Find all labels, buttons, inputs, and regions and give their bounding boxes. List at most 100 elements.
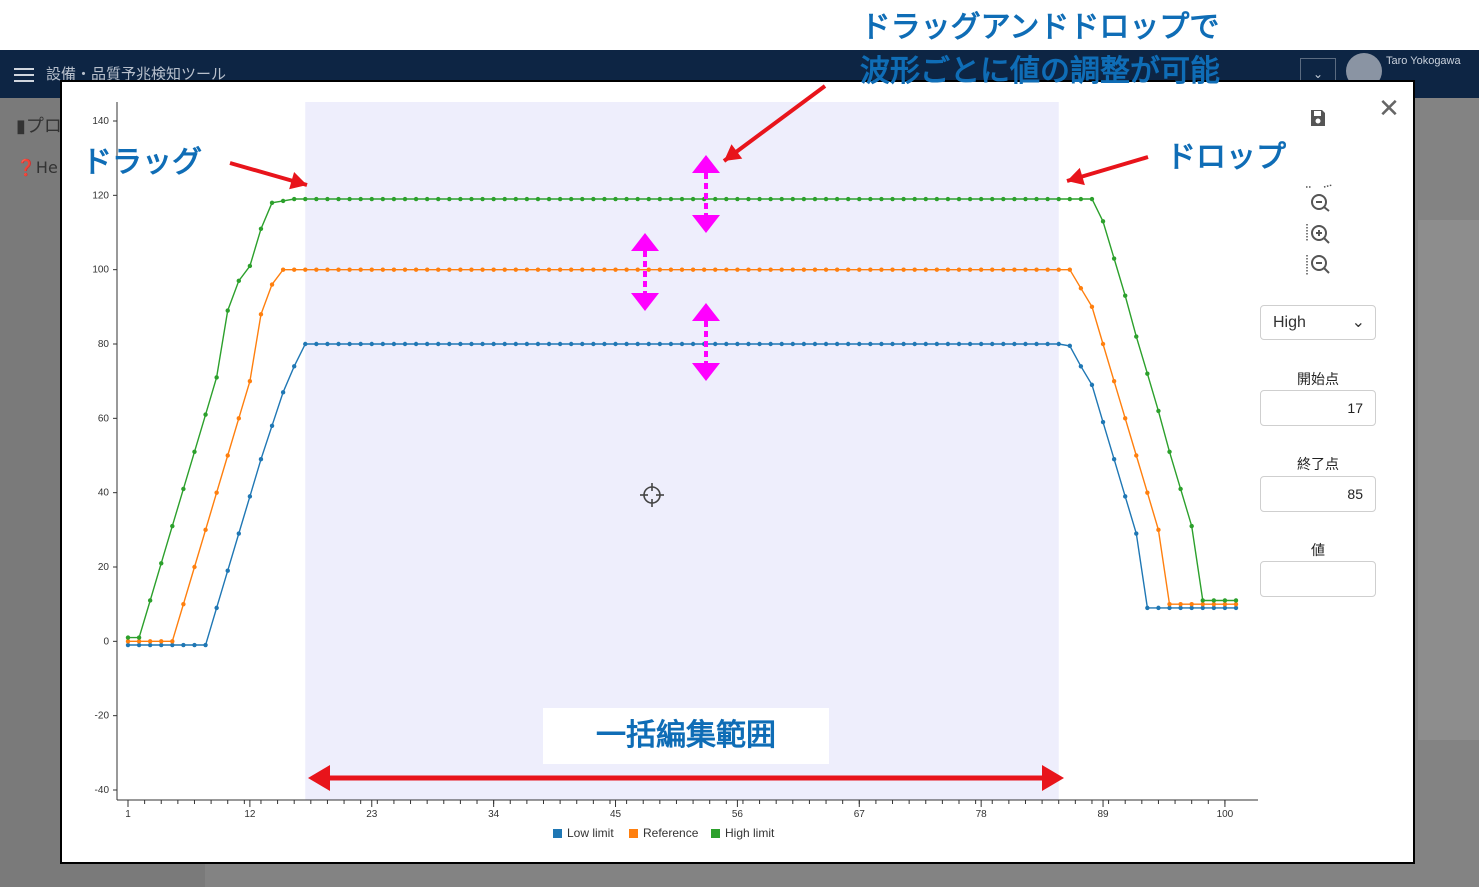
data-point bbox=[147, 598, 153, 603]
data-point bbox=[790, 341, 795, 347]
data-point bbox=[890, 341, 895, 347]
data-point bbox=[657, 341, 663, 347]
data-point bbox=[247, 263, 253, 269]
data-point bbox=[635, 341, 640, 347]
data-point bbox=[502, 196, 507, 202]
data-point bbox=[834, 267, 840, 272]
data-point bbox=[978, 267, 984, 272]
data-point bbox=[1145, 371, 1150, 376]
x-tick-label: 100 bbox=[1217, 809, 1234, 820]
data-point bbox=[602, 196, 607, 202]
selection-range bbox=[305, 102, 1059, 800]
data-point bbox=[846, 267, 851, 272]
data-point bbox=[1100, 419, 1106, 425]
data-point bbox=[934, 196, 940, 202]
data-point bbox=[569, 341, 574, 347]
data-point bbox=[735, 196, 740, 202]
data-point bbox=[646, 267, 651, 272]
data-point bbox=[181, 601, 186, 607]
data-point bbox=[192, 449, 197, 454]
data-point bbox=[391, 341, 397, 347]
annotation-batch-range: 一括編集範囲 bbox=[543, 708, 829, 764]
data-point bbox=[214, 375, 219, 380]
data-point bbox=[834, 196, 840, 202]
data-point bbox=[447, 196, 452, 202]
x-tick-label: 78 bbox=[976, 809, 988, 820]
data-point bbox=[713, 196, 718, 202]
data-point bbox=[1123, 416, 1128, 421]
data-point bbox=[857, 341, 862, 347]
data-point bbox=[524, 196, 530, 202]
data-point bbox=[469, 341, 474, 347]
data-point bbox=[314, 267, 319, 272]
data-point bbox=[1167, 601, 1172, 607]
data-point bbox=[258, 457, 264, 462]
data-point bbox=[170, 523, 175, 529]
data-point bbox=[591, 341, 596, 347]
data-point bbox=[890, 196, 895, 202]
data-point bbox=[879, 341, 884, 347]
data-point bbox=[1100, 341, 1106, 347]
data-point bbox=[657, 196, 663, 202]
data-point bbox=[801, 341, 807, 347]
data-point bbox=[502, 341, 507, 347]
legend-high[interactable]: High limit bbox=[711, 826, 774, 840]
data-point bbox=[1145, 490, 1150, 495]
x-tick-label: 1 bbox=[125, 809, 131, 820]
data-point bbox=[1045, 267, 1050, 272]
data-point bbox=[812, 196, 818, 202]
data-point bbox=[159, 639, 164, 644]
data-point bbox=[956, 267, 962, 272]
data-point bbox=[746, 267, 751, 272]
data-point bbox=[1023, 196, 1028, 202]
data-point bbox=[967, 341, 973, 347]
data-point bbox=[491, 196, 496, 202]
legend-low[interactable]: Low limit bbox=[553, 826, 614, 840]
data-point bbox=[1001, 341, 1006, 347]
data-point bbox=[1078, 364, 1084, 369]
data-point bbox=[1056, 341, 1061, 347]
annotation-drag-drop-line1: ドラッグアンドドロップで bbox=[860, 10, 1220, 45]
data-point bbox=[945, 196, 951, 202]
data-point bbox=[535, 196, 541, 202]
data-point bbox=[203, 412, 208, 417]
data-point bbox=[846, 196, 851, 202]
data-point bbox=[369, 341, 374, 347]
y-tick-label: 20 bbox=[98, 562, 110, 573]
data-point bbox=[1123, 494, 1128, 499]
data-point bbox=[823, 341, 829, 347]
data-point bbox=[314, 196, 319, 202]
data-point bbox=[956, 341, 962, 347]
data-point bbox=[602, 267, 607, 272]
legend-reference[interactable]: Reference bbox=[629, 826, 698, 840]
data-point bbox=[591, 267, 596, 272]
data-point bbox=[469, 196, 474, 202]
data-point bbox=[203, 527, 208, 533]
data-point bbox=[1034, 341, 1039, 347]
data-point bbox=[336, 267, 341, 272]
data-point bbox=[823, 196, 829, 202]
data-point bbox=[1056, 267, 1061, 272]
drop-arrow-head bbox=[1067, 167, 1085, 186]
x-tick-label: 23 bbox=[366, 809, 378, 820]
data-point bbox=[724, 267, 729, 272]
data-point bbox=[757, 196, 762, 202]
data-point bbox=[557, 196, 563, 202]
data-point bbox=[1067, 267, 1073, 272]
data-point bbox=[380, 341, 386, 347]
data-point bbox=[868, 341, 873, 347]
y-tick-label: 100 bbox=[92, 265, 109, 276]
data-point bbox=[436, 196, 441, 202]
data-point bbox=[258, 312, 264, 317]
data-point bbox=[136, 635, 142, 640]
data-point bbox=[436, 341, 441, 347]
data-point bbox=[801, 196, 807, 202]
annotation-drag-drop: ドラッグアンドドロップで 波形ごとに値の調整が可能 bbox=[830, 6, 1250, 94]
data-point bbox=[990, 196, 995, 202]
y-tick-label: 60 bbox=[98, 413, 110, 424]
data-point bbox=[1089, 382, 1095, 388]
data-point bbox=[846, 341, 851, 347]
data-point bbox=[513, 196, 518, 202]
data-point bbox=[535, 267, 541, 272]
data-point bbox=[857, 196, 862, 202]
